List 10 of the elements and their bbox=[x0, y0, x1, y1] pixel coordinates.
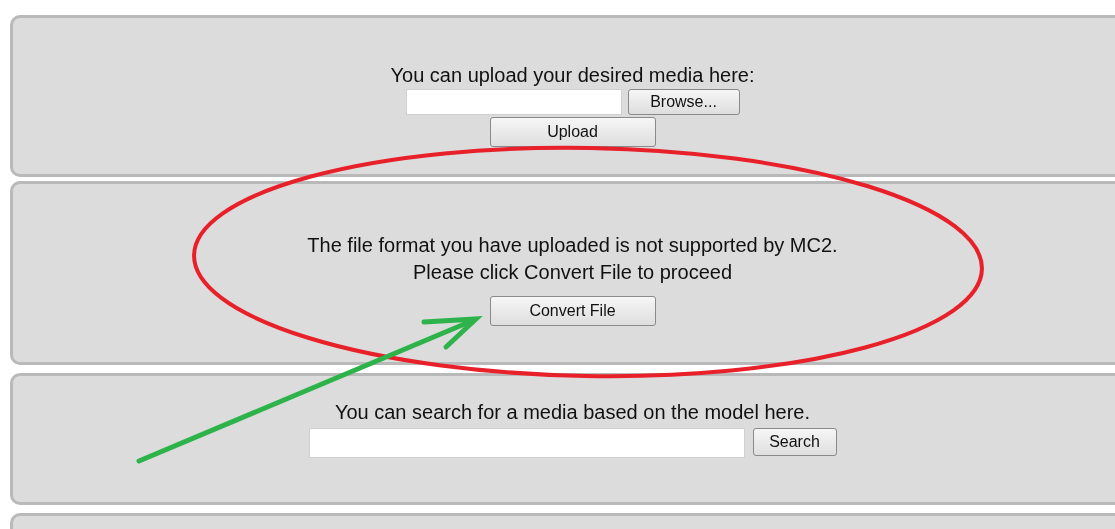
search-button[interactable]: Search bbox=[752, 428, 837, 456]
file-path-field[interactable] bbox=[405, 89, 622, 115]
search-prompt: You can search for a media based on the model here. bbox=[334, 400, 811, 424]
search-field[interactable] bbox=[308, 428, 745, 458]
message-text: Please click Convert File to proceed bbox=[412, 260, 732, 285]
upload-button[interactable]: Upload bbox=[489, 117, 656, 147]
convert-file-button[interactable]: Convert File bbox=[489, 296, 656, 326]
upload-prompt: You can upload your desired media here: bbox=[390, 63, 755, 87]
browse-button[interactable]: Browse... bbox=[627, 89, 740, 115]
message-text: The file format you have uploaded is not supported by MC2. bbox=[307, 233, 838, 258]
